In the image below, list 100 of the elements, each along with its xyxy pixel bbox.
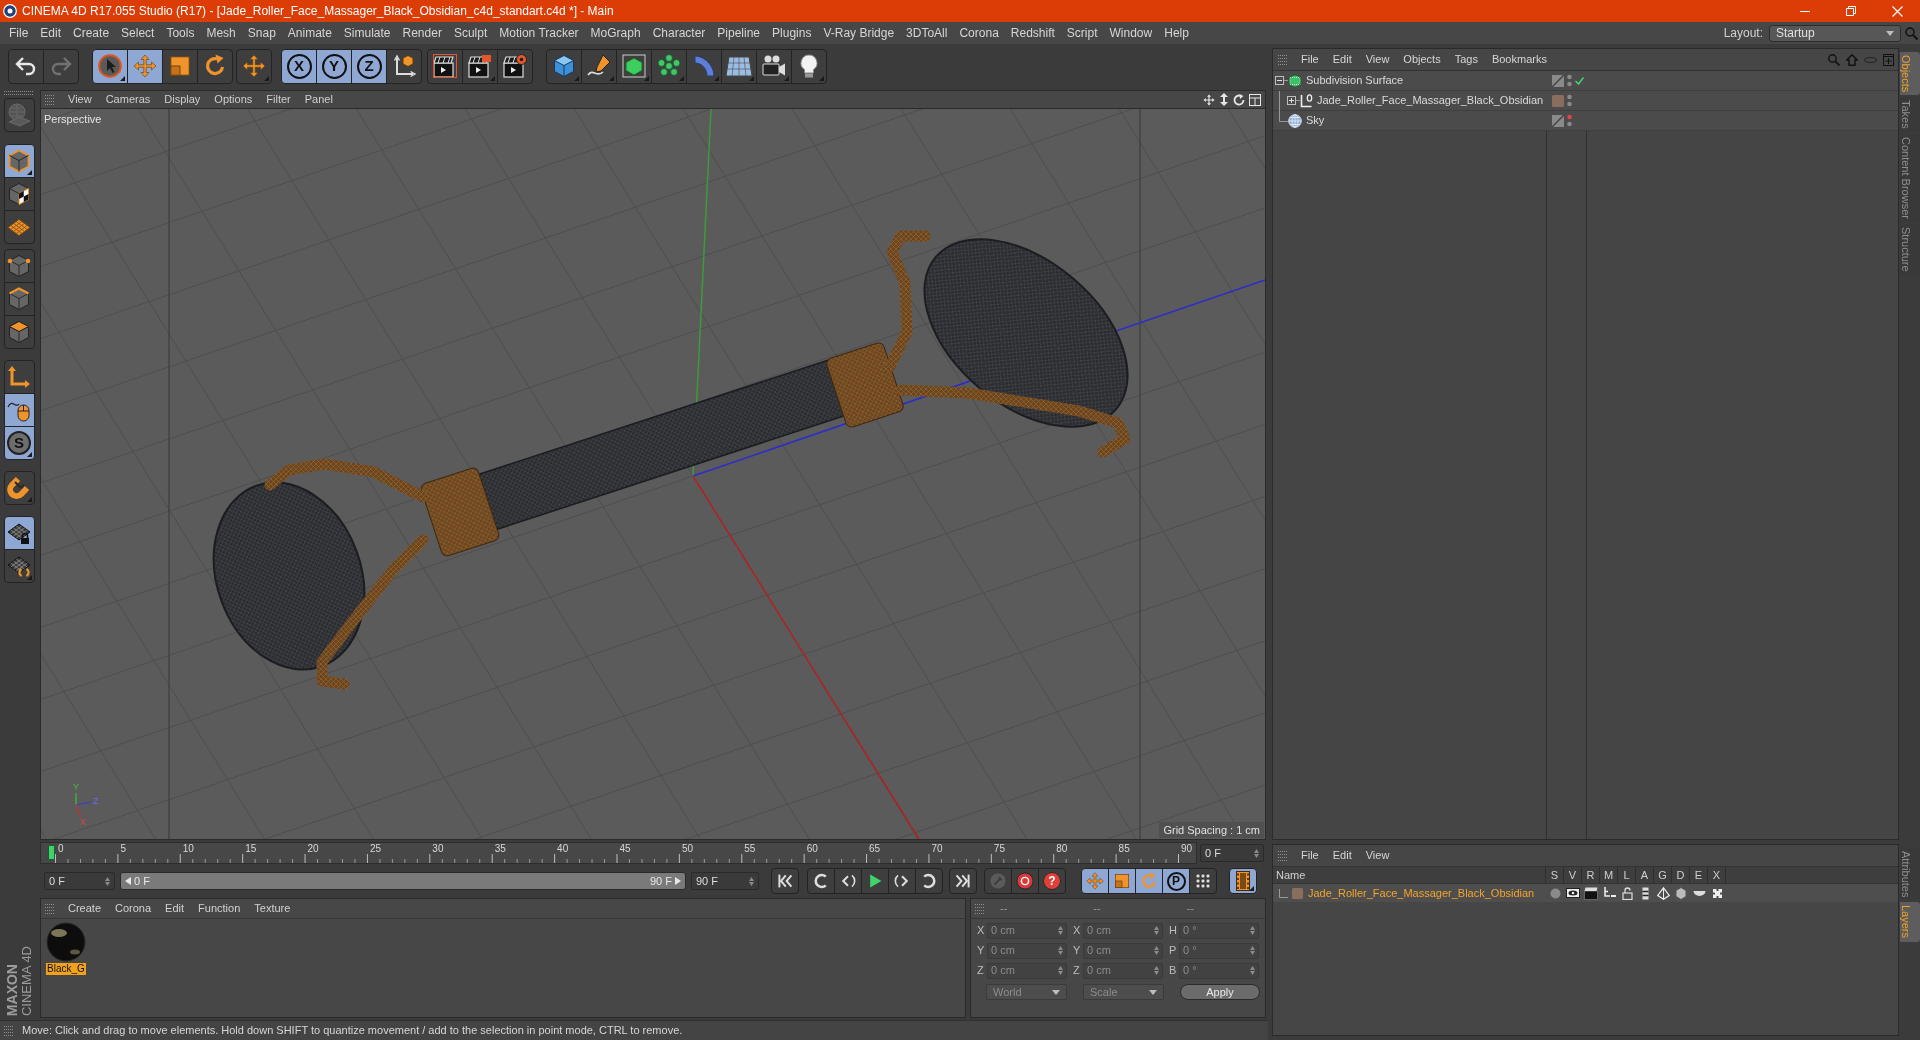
deformer-button[interactable] bbox=[686, 48, 722, 84]
menu-item[interactable]: Sculpt bbox=[447, 24, 494, 42]
playhead[interactable] bbox=[48, 845, 55, 860]
menu-item[interactable]: MoGraph bbox=[584, 24, 647, 42]
column-header[interactable]: G bbox=[1654, 867, 1672, 883]
column-header[interactable]: S bbox=[1546, 867, 1564, 883]
autokey-button[interactable]: ? bbox=[1038, 868, 1066, 894]
parameter-key-button[interactable]: P bbox=[1162, 868, 1190, 894]
workplane-mode-button[interactable] bbox=[3, 210, 35, 244]
menu-item[interactable]: Snap bbox=[241, 24, 282, 42]
menu-item[interactable]: V-Ray Bridge bbox=[817, 24, 901, 42]
menu-item[interactable]: Script bbox=[1060, 24, 1104, 42]
layout-dropdown[interactable]: Startup bbox=[1769, 24, 1901, 42]
menu-item[interactable]: 3DToAll bbox=[900, 24, 954, 42]
panel-menu-item[interactable]: Edit bbox=[158, 900, 192, 917]
menu-item[interactable]: Mesh bbox=[200, 24, 242, 42]
panel-menu-item[interactable]: View bbox=[1358, 51, 1397, 68]
workplane-lock-button[interactable] bbox=[3, 516, 35, 550]
menu-item[interactable]: File bbox=[3, 24, 35, 42]
panel-menu-item[interactable]: Objects bbox=[1396, 51, 1448, 68]
menu-item[interactable]: Character bbox=[646, 24, 712, 42]
pen-button[interactable] bbox=[581, 48, 617, 84]
cube-button[interactable] bbox=[546, 48, 582, 84]
scale-key-button[interactable] bbox=[1108, 868, 1136, 894]
menu-item[interactable]: Simulate bbox=[337, 24, 397, 42]
go-to-end-button[interactable] bbox=[949, 868, 977, 894]
workplane-snap-button[interactable] bbox=[3, 549, 35, 583]
object-name[interactable]: Subdivision Surface bbox=[1306, 72, 1404, 89]
start-frame-field[interactable]: 0 F bbox=[44, 872, 115, 890]
timeline-ruler[interactable]: 0 5 10 15 20 25 30 35 40 45 50 55 60 65 70 75 80 85 90 bbox=[40, 842, 1197, 864]
move-arrows-icon[interactable] bbox=[1203, 93, 1215, 106]
viewport-menu-item[interactable]: View bbox=[61, 91, 99, 108]
viewport-menu-item[interactable]: Options bbox=[207, 91, 260, 108]
position-key-button[interactable] bbox=[1081, 868, 1109, 894]
polygons-mode-button[interactable] bbox=[3, 315, 35, 349]
material-ball-icon[interactable] bbox=[45, 922, 87, 962]
material-name[interactable]: Black_G bbox=[46, 963, 86, 975]
record-button[interactable] bbox=[1011, 868, 1039, 894]
cloner-button[interactable] bbox=[651, 48, 687, 84]
column-header[interactable]: A bbox=[1636, 867, 1654, 883]
menu-item[interactable]: Select bbox=[115, 24, 161, 42]
end-frame-field[interactable]: 90 F bbox=[691, 872, 759, 890]
x-axis-lock-button[interactable]: X bbox=[281, 48, 317, 84]
camera-button[interactable] bbox=[756, 48, 792, 84]
light-button[interactable] bbox=[791, 48, 827, 84]
next-key-button[interactable] bbox=[915, 868, 943, 894]
menu-item[interactable]: Help bbox=[1158, 24, 1195, 42]
points-mode-button[interactable] bbox=[3, 249, 35, 283]
render-picture-button[interactable] bbox=[462, 48, 498, 84]
column-header[interactable]: V bbox=[1564, 867, 1582, 883]
texture-mode-button[interactable] bbox=[3, 177, 35, 211]
column-header[interactable]: E bbox=[1690, 867, 1708, 883]
panel-menu-item[interactable]: Bookmarks bbox=[1484, 51, 1554, 68]
column-header[interactable]: Name bbox=[1273, 867, 1546, 883]
panel-menu-item[interactable]: View bbox=[1358, 847, 1397, 864]
panel-menu-item[interactable]: Create bbox=[61, 900, 109, 917]
menu-item[interactable]: Pipeline bbox=[711, 24, 767, 42]
menu-item[interactable]: Edit bbox=[34, 24, 68, 42]
current-frame-field[interactable]: 0 F bbox=[1200, 844, 1264, 862]
rotation-key-button[interactable] bbox=[1135, 868, 1163, 894]
panel-layout-icon[interactable] bbox=[1249, 93, 1261, 106]
viewport-menu-item[interactable]: Cameras bbox=[98, 91, 158, 108]
column-header[interactable]: R bbox=[1582, 867, 1600, 883]
panel-menu-item[interactable]: File bbox=[1294, 847, 1326, 864]
panel-menu-item[interactable]: Tags bbox=[1447, 51, 1485, 68]
coordinate-system-button[interactable] bbox=[386, 48, 422, 84]
menu-item[interactable]: Corona bbox=[953, 24, 1005, 42]
edges-mode-button[interactable] bbox=[3, 282, 35, 316]
menu-item[interactable]: Render bbox=[396, 24, 448, 42]
subdivision-button[interactable] bbox=[616, 48, 652, 84]
render-view-button[interactable] bbox=[427, 48, 463, 84]
collapse-icon[interactable] bbox=[1275, 76, 1284, 85]
menu-item[interactable]: Motion Tracker bbox=[493, 24, 585, 42]
panel-menu-item[interactable]: Edit bbox=[1325, 847, 1359, 864]
panel-menu-item[interactable]: Edit bbox=[1325, 51, 1359, 68]
next-frame-button[interactable] bbox=[888, 868, 916, 894]
timeline-button[interactable] bbox=[1229, 868, 1257, 894]
scale-tool-button[interactable] bbox=[162, 48, 198, 84]
menu-item[interactable]: Redshift bbox=[1004, 24, 1061, 42]
previous-frame-button[interactable] bbox=[834, 868, 862, 894]
play-button[interactable] bbox=[861, 868, 889, 894]
go-to-start-button[interactable] bbox=[771, 868, 799, 894]
column-header[interactable]: M bbox=[1600, 867, 1618, 883]
axis-mode-button[interactable] bbox=[3, 360, 35, 394]
panel-menu-item[interactable]: Function bbox=[191, 900, 248, 917]
viewport-menu-item[interactable]: Filter bbox=[259, 91, 298, 108]
menu-item[interactable]: Window bbox=[1103, 24, 1159, 42]
menu-item[interactable]: Plugins bbox=[766, 24, 818, 42]
panel-menu-item[interactable]: Corona bbox=[108, 900, 159, 917]
rotate-tool-button[interactable] bbox=[197, 48, 233, 84]
point-level-button[interactable] bbox=[1189, 868, 1217, 894]
menu-item[interactable]: Tools bbox=[160, 24, 201, 42]
undo-button[interactable] bbox=[8, 48, 44, 84]
frame-range-bar[interactable]: 0 F 90 F bbox=[120, 872, 686, 890]
menu-item[interactable]: Animate bbox=[281, 24, 338, 42]
rotate-icon[interactable] bbox=[1233, 93, 1245, 106]
checkmark-icon[interactable] bbox=[1575, 76, 1584, 85]
move-tool-button[interactable] bbox=[127, 48, 163, 84]
previous-key-button[interactable] bbox=[807, 868, 835, 894]
viewport-menu-item[interactable]: Panel bbox=[297, 91, 340, 108]
